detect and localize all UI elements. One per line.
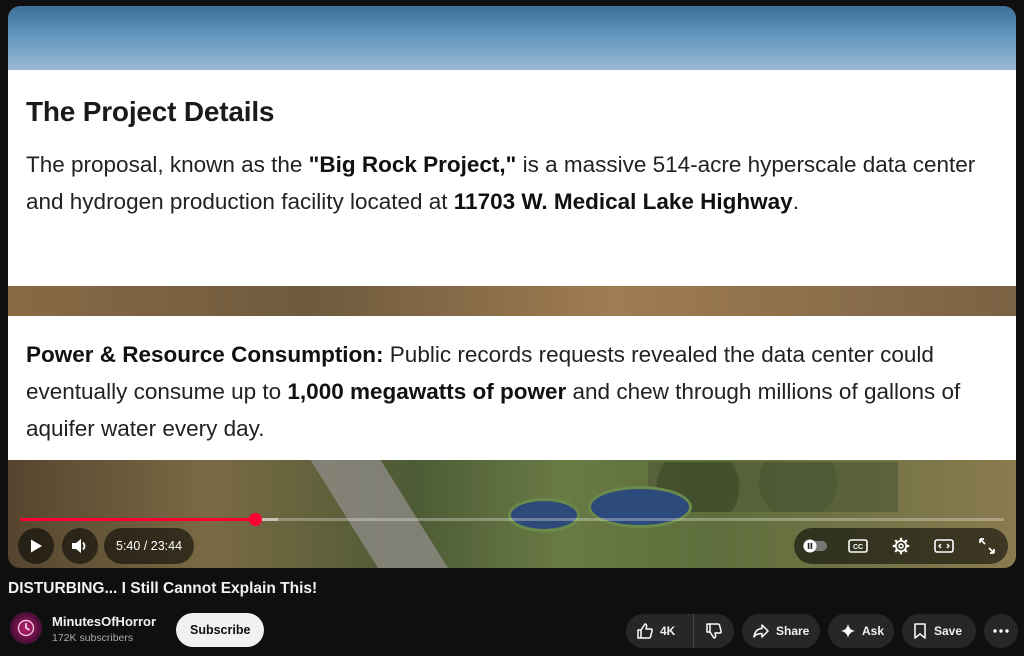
time-display: 5:40 / 23:44 [104, 528, 195, 564]
time-text: 5:40 / 23:44 [116, 539, 183, 553]
sparkle-icon [841, 624, 855, 638]
fullscreen-icon [978, 538, 995, 554]
gear-icon [892, 537, 910, 555]
avatar[interactable] [10, 612, 42, 644]
channel-row: MinutesOfHorror 172K subscribers Subscri… [8, 610, 1018, 650]
autoplay-toggle[interactable] [797, 528, 833, 564]
volume-icon [72, 539, 86, 553]
save-button[interactable]: Save [902, 614, 976, 648]
more-horizontal-icon [993, 629, 1009, 633]
video-meta: DISTURBING... I Still Cannot Explain Thi… [8, 580, 1018, 648]
share-button[interactable]: Share [742, 614, 820, 648]
slide-paragraph: Power & Resource Consumption: Public rec… [26, 336, 998, 447]
slide-bold-text: 1,000 megawatts of power [287, 379, 567, 404]
captions-button[interactable]: CC [840, 528, 876, 564]
slide-bold-text: 11703 W. Medical Lake Highway [453, 189, 793, 214]
bookmark-icon [914, 623, 926, 639]
theater-mode-icon [933, 539, 954, 553]
aerial-pond [588, 486, 692, 528]
fullscreen-button[interactable] [969, 528, 1005, 564]
channel-name[interactable]: MinutesOfHorror [52, 614, 156, 629]
play-button[interactable] [18, 528, 54, 564]
aerial-field-band [8, 286, 1016, 316]
ask-button[interactable]: Ask [828, 614, 894, 648]
save-label: Save [934, 624, 963, 638]
share-label: Share [776, 624, 810, 638]
player-controls: 5:40 / 23:44 CC [8, 528, 1016, 568]
thumbs-up-icon [637, 623, 653, 639]
slide-project-details: The Project Details The proposal, known … [8, 70, 1016, 286]
dislike-button[interactable] [694, 614, 734, 648]
slide-title: The Project Details [26, 96, 275, 127]
more-actions-button[interactable] [984, 614, 1018, 648]
like-dislike-group: 4K [626, 614, 734, 648]
right-controls: CC [794, 528, 1008, 564]
theater-mode-button[interactable] [926, 528, 962, 564]
volume-button[interactable] [62, 528, 98, 564]
clock-logo-icon [17, 619, 35, 637]
progress-played [20, 518, 256, 521]
slide-bold-text: "Big Rock Project," [308, 152, 517, 177]
ask-label: Ask [862, 624, 885, 638]
like-count: 4K [660, 624, 676, 638]
aerial-sky [8, 6, 1016, 70]
play-icon [31, 539, 42, 553]
slide-text: . [792, 189, 799, 214]
slide-bold-text: Power & Resource Consumption: [26, 342, 384, 367]
video-title: DISTURBING... I Still Cannot Explain Thi… [8, 580, 318, 597]
settings-button[interactable] [883, 528, 919, 564]
aerial-pond [508, 498, 580, 532]
slide-paragraph: The proposal, known as the "Big Rock Pro… [26, 146, 998, 220]
share-icon [753, 624, 769, 638]
subscriber-count: 172K subscribers [52, 632, 134, 644]
video-frame: The Project Details The proposal, known … [8, 6, 1016, 568]
svg-text:CC: CC [853, 544, 863, 551]
captions-icon: CC [848, 539, 868, 553]
subscribe-button[interactable]: Subscribe [176, 613, 265, 647]
thumbs-down-icon [706, 623, 722, 639]
slide-text: The proposal, known as the [26, 152, 309, 177]
video-player[interactable]: The Project Details The proposal, known … [8, 6, 1016, 568]
autoplay-toggle-icon [803, 539, 828, 553]
like-button[interactable]: 4K [626, 614, 694, 648]
progress-bar[interactable] [20, 513, 1004, 526]
slide-power-consumption: Power & Resource Consumption: Public rec… [8, 316, 1016, 460]
